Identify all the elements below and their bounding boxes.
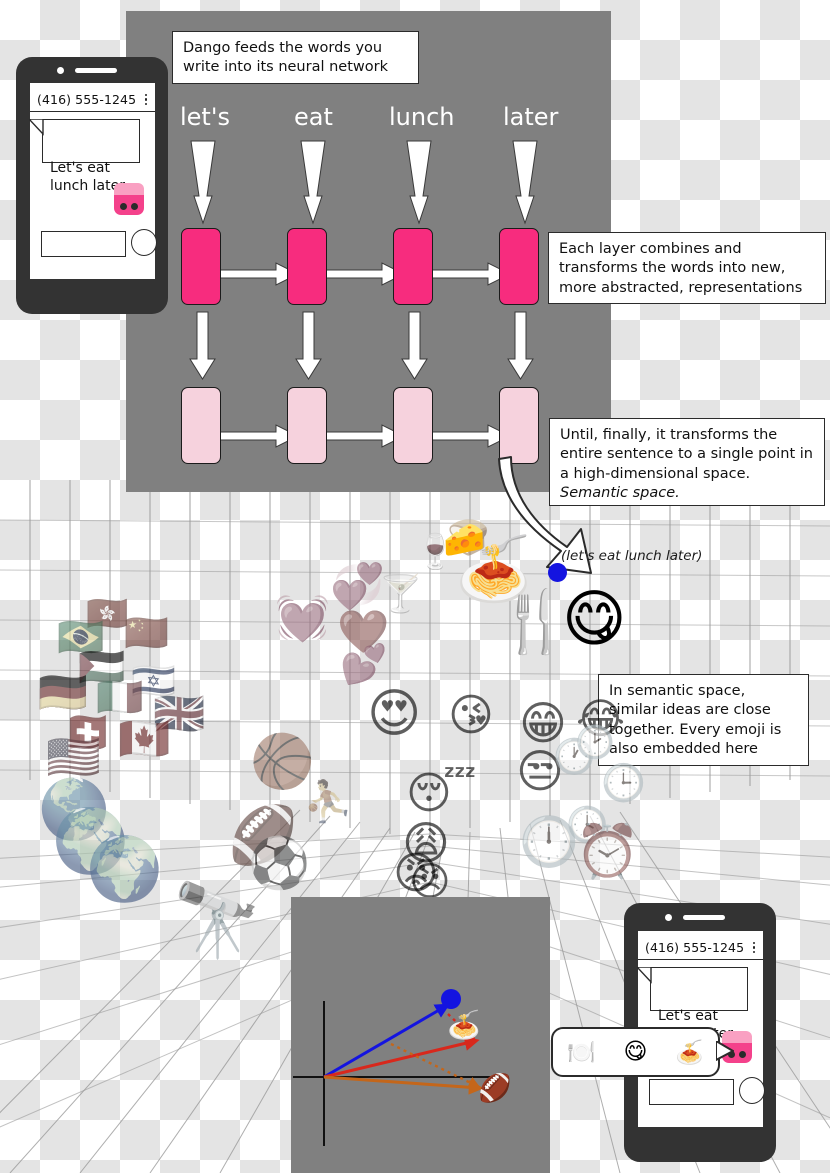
- projection-plot: [293, 989, 496, 1146]
- bubble-tail: [29, 118, 44, 136]
- flag-canada: 🇨🇦: [118, 714, 171, 763]
- spaghetti-emoji: 🍝: [447, 1010, 481, 1041]
- callout-until-text: Until, finally, it transforms the entire…: [560, 427, 813, 482]
- send-button[interactable]: [739, 1077, 765, 1104]
- clock-three: 🕒: [601, 763, 646, 804]
- layer2-cell-0: [181, 387, 221, 464]
- dango-eye-right: [131, 202, 138, 210]
- flag-usa: 🇺🇸: [46, 732, 101, 783]
- emoji-suggestion-bar[interactable]: 🍽️ 😋 🍝: [551, 1027, 734, 1077]
- flag-germany: 🇩🇪: [38, 670, 88, 716]
- sleeping-face: 😴: [406, 768, 477, 819]
- suggestion-yum-face-icon[interactable]: 😋: [624, 1039, 648, 1065]
- cheese-emoji: 🧀: [443, 520, 486, 560]
- layer1-cell-1: [287, 228, 327, 305]
- alarm-clock: ⏰: [575, 822, 640, 882]
- revolving-hearts: 💞: [330, 561, 385, 612]
- beating-heart: 💓: [275, 593, 330, 644]
- message-bubble: Let's eat lunch later: [29, 118, 140, 194]
- dango-mascot-icon: [114, 183, 144, 215]
- pouting-face: 😠: [409, 859, 451, 905]
- phone-number: (416) 555-1245: [37, 92, 137, 107]
- earth-africa: 🌍: [86, 832, 164, 905]
- message-bubble: Let's eat lunch later: [637, 966, 748, 1042]
- yum-face-emoji: 😋: [562, 582, 627, 655]
- sentence-point-label: (let's eat lunch later): [561, 548, 703, 564]
- kissing-face: 😘: [448, 690, 494, 741]
- phone-statusbar: (416) 555-1245: [30, 88, 155, 112]
- two-hearts: 💕: [340, 642, 388, 686]
- send-button[interactable]: [131, 229, 157, 256]
- american-football-emoji: 🏈: [478, 1073, 512, 1104]
- layer1-cell-0: [181, 228, 221, 305]
- heart-eyes-face: 😍: [367, 684, 422, 744]
- dango-eye-left: [120, 202, 127, 210]
- input-word-3: later: [503, 103, 559, 131]
- callout-semantic: In semantic space, similar ideas are clo…: [598, 674, 809, 766]
- callout-until: Until, finally, it transforms the entire…: [549, 418, 825, 506]
- layer2-cell-3: [499, 387, 539, 464]
- suggestion-spaghetti-icon[interactable]: 🍝: [675, 1039, 704, 1066]
- phone-speaker: [75, 68, 117, 73]
- callout-until-emphasis: Semantic space.: [560, 484, 680, 501]
- phone-statusbar: (416) 555-1245: [638, 936, 763, 960]
- soccer-ball: ⚽: [248, 834, 311, 892]
- phone-camera: [57, 67, 64, 74]
- layer2-cell-1: [287, 387, 327, 464]
- layer2-cell-2: [393, 387, 433, 464]
- callout-feed: Dango feeds the words you write into its…: [172, 31, 419, 84]
- fork-and-knife-emoji: 🍴: [497, 587, 572, 657]
- sentence-point-dot: [548, 563, 567, 582]
- input-word-1: eat: [294, 103, 333, 131]
- phone-number: (416) 555-1245: [645, 940, 745, 955]
- dango-eye-right: [739, 1050, 746, 1058]
- kebab-menu-icon[interactable]: [144, 93, 156, 106]
- message-input[interactable]: [41, 231, 126, 257]
- bubble-tail: [637, 966, 652, 984]
- suggestion-bubble-tail: [716, 1041, 734, 1061]
- phone-top-left[interactable]: (416) 555-1245 Let's eat lunch later: [16, 57, 168, 314]
- flag-china: 🇨🇳: [124, 613, 169, 654]
- message-input[interactable]: [649, 1079, 734, 1105]
- callout-layer: Each layer combines and transforms the w…: [548, 232, 826, 304]
- telescope: 🔭: [172, 878, 262, 962]
- kebab-menu-icon[interactable]: [752, 941, 764, 954]
- phone-camera: [665, 914, 672, 921]
- layer1-cell-3: [499, 228, 539, 305]
- layer1-cell-2: [393, 228, 433, 305]
- phone-speaker: [683, 915, 725, 920]
- dango-crown: [114, 183, 144, 195]
- person-playing: ⛹️: [303, 779, 353, 825]
- input-word-0: let's: [180, 103, 230, 131]
- phone-screen: (416) 555-1245 Let's eat lunch later: [29, 83, 157, 279]
- clock-two: 🕑: [575, 723, 615, 761]
- suggestion-fork-and-knife-icon[interactable]: 🍽️: [567, 1039, 596, 1066]
- input-word-2: lunch: [389, 103, 455, 131]
